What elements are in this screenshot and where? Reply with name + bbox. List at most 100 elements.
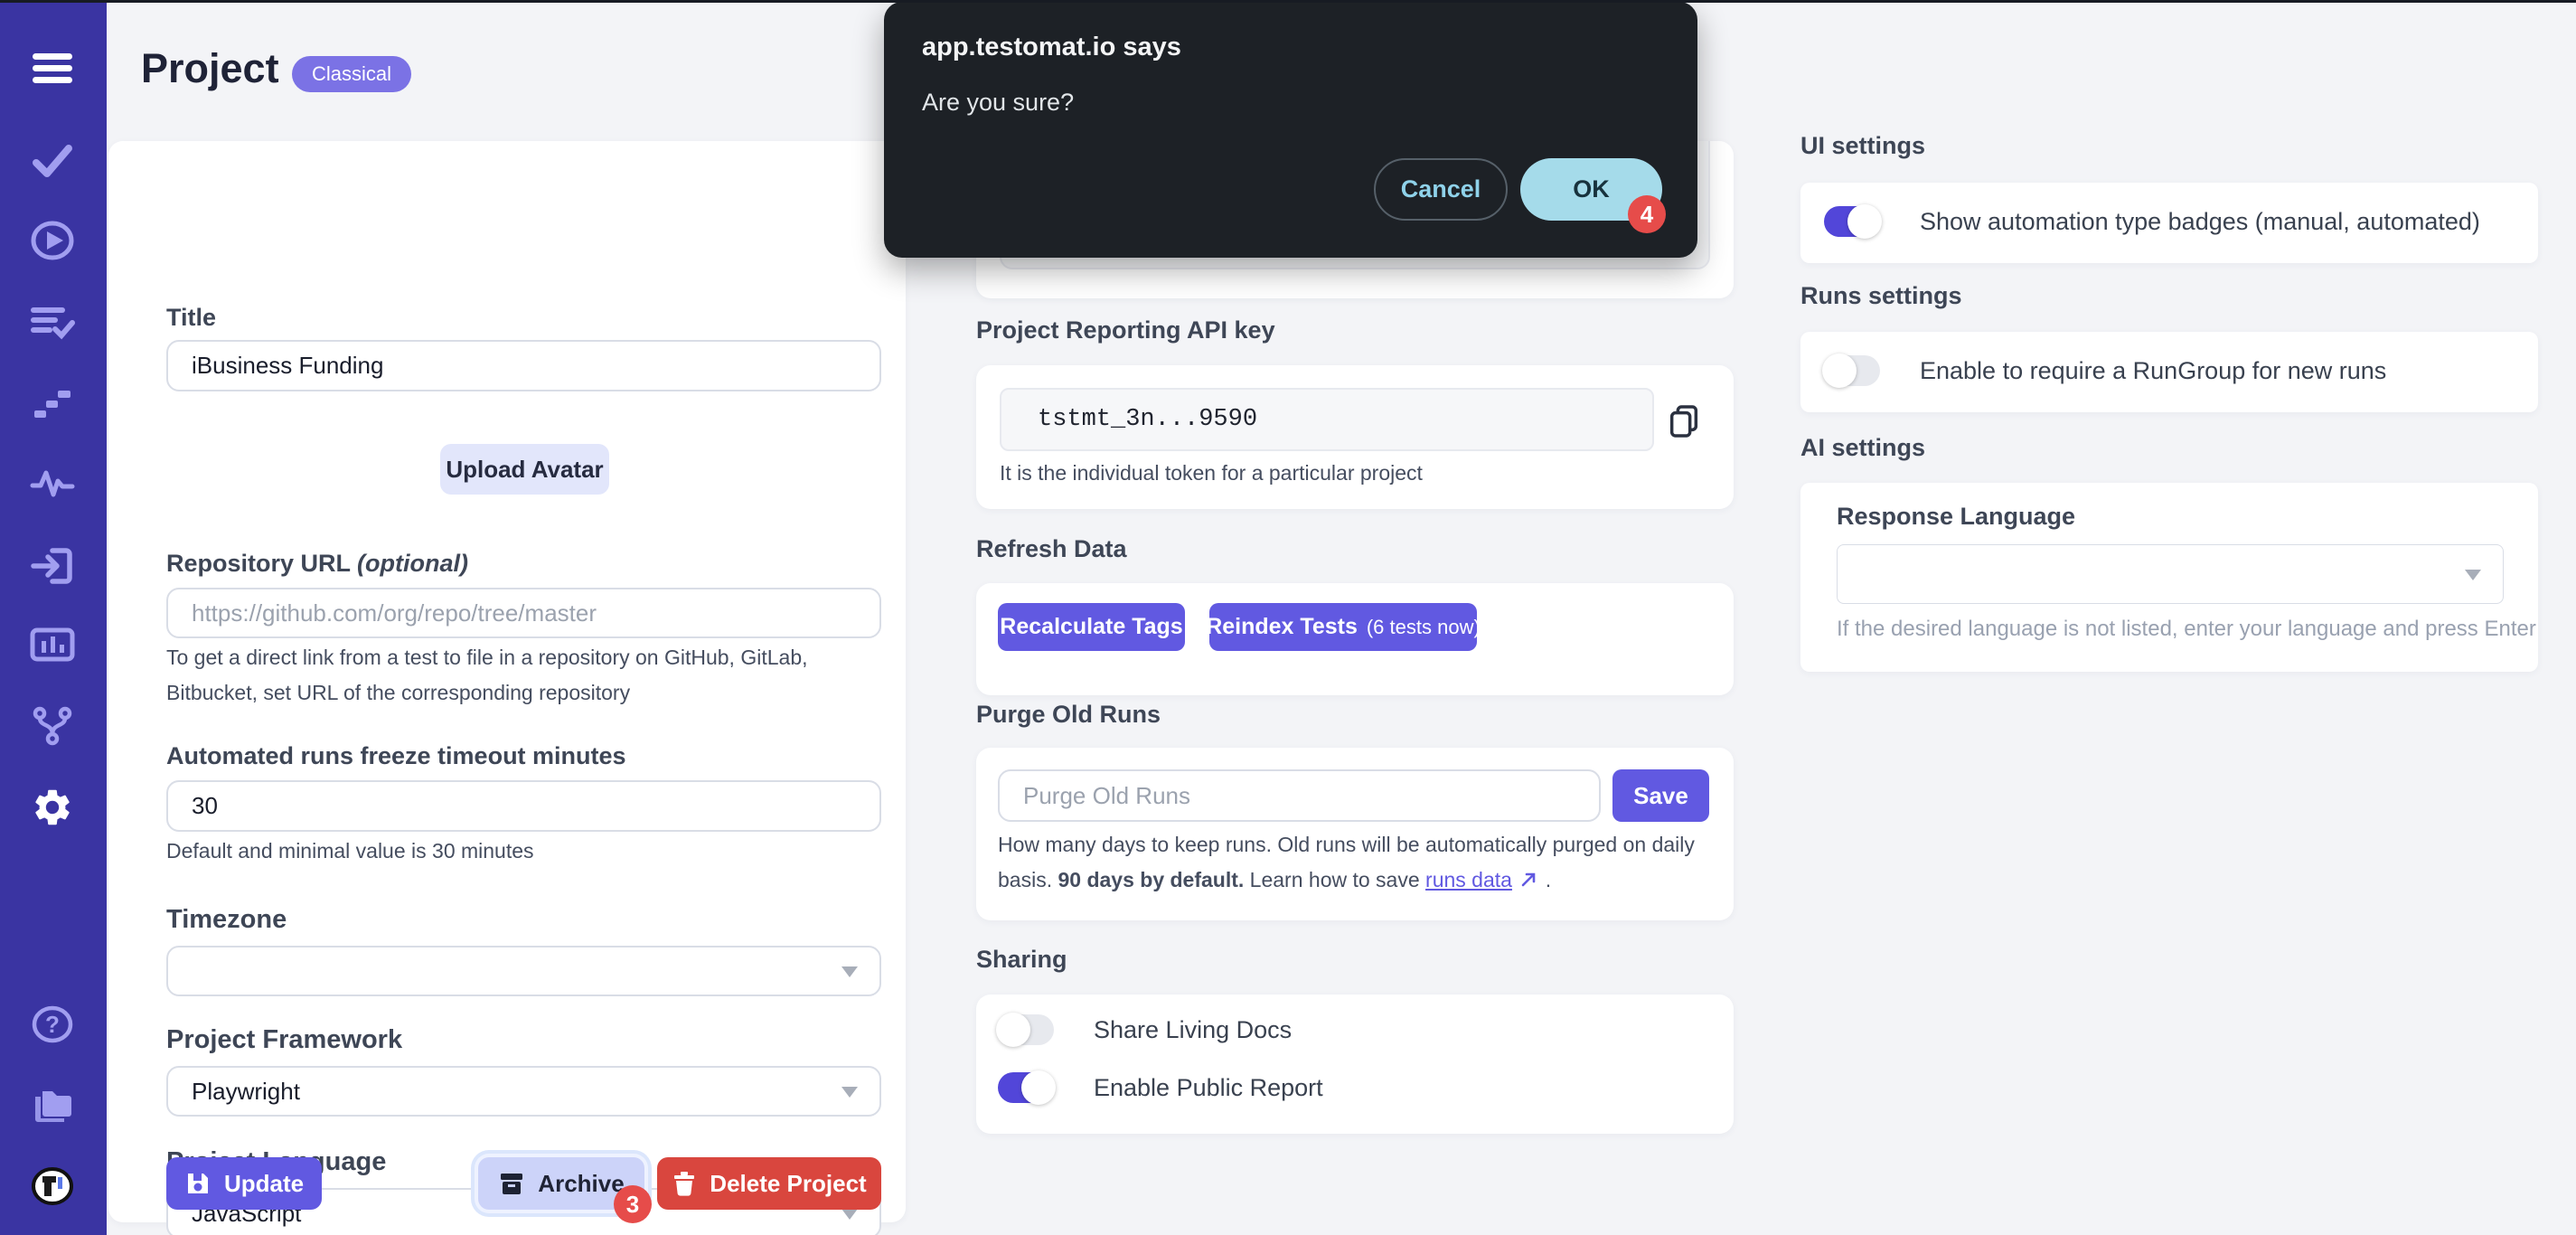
play-circle-icon[interactable]	[27, 219, 78, 262]
ok-notification-badge: 4	[1628, 195, 1666, 233]
archive-button-label: Archive	[538, 1170, 624, 1198]
testomat-logo[interactable]	[27, 1164, 78, 1208]
dialog-message: Are you sure?	[922, 89, 1074, 117]
api-key-label: Project Reporting API key	[976, 316, 1275, 344]
sharing-label: Sharing	[976, 946, 1067, 974]
framework-select[interactable]: Playwright	[166, 1066, 881, 1117]
window-top-border	[0, 0, 2576, 3]
upload-avatar-button[interactable]: Upload Avatar	[440, 444, 609, 495]
ui-toggle-row: Show automation type badges (manual, aut…	[1824, 206, 2480, 237]
ai-settings-label: AI settings	[1800, 434, 1925, 462]
list-check-icon[interactable]	[27, 301, 78, 344]
runs-settings-card: Enable to require a RunGroup for new run…	[1800, 332, 2538, 412]
purge-help-text-2: Learn how to save	[1244, 868, 1425, 891]
save-button[interactable]: Save	[1612, 769, 1709, 822]
enable-public-report-label: Enable Public Report	[1094, 1074, 1323, 1102]
sharing-card: Share Living Docs Enable Public Report	[976, 995, 1734, 1134]
freeze-timeout-input[interactable]	[166, 780, 881, 832]
timezone-select[interactable]	[166, 946, 881, 996]
archive-notification-badge: 3	[614, 1185, 652, 1223]
menu-icon[interactable]	[27, 47, 78, 90]
repository-url-label: Repository URL (optional)	[166, 550, 468, 578]
share-living-docs-row: Share Living Docs	[998, 1014, 1292, 1045]
automation-badges-label: Show automation type badges (manual, aut…	[1920, 208, 2480, 236]
app-window: ? Project Classical Title Upload Avatar …	[0, 0, 2576, 1235]
update-button[interactable]: Update	[166, 1157, 322, 1210]
archive-icon	[498, 1170, 525, 1197]
folders-icon[interactable]	[27, 1083, 78, 1127]
purge-help-bold: 90 days by default.	[1058, 868, 1244, 891]
rungroup-toggle-row: Enable to require a RunGroup for new run…	[1824, 355, 2386, 386]
chevron-down-icon	[2465, 570, 2481, 580]
repository-url-help: To get a direct link from a test to file…	[166, 640, 889, 711]
purge-old-runs-input[interactable]	[998, 769, 1601, 822]
rungroup-toggle[interactable]	[1824, 355, 1880, 386]
bar-chart-icon[interactable]	[27, 623, 78, 666]
sign-in-icon[interactable]	[27, 544, 78, 588]
repository-url-optional: (optional)	[357, 550, 468, 577]
trash-icon	[672, 1170, 697, 1197]
ui-settings-card: Show automation type badges (manual, aut…	[1800, 183, 2538, 263]
reindex-label: Reindex Tests	[1206, 614, 1358, 640]
response-language-select[interactable]	[1837, 544, 2504, 604]
gear-icon[interactable]	[27, 786, 78, 829]
dialog-title: app.testomat.io says	[922, 33, 1181, 62]
toggle-knob	[996, 1013, 1030, 1047]
title-label: Title	[166, 304, 216, 332]
chevron-down-icon	[841, 966, 858, 977]
rungroup-label: Enable to require a RunGroup for new run…	[1920, 357, 2386, 385]
purge-old-runs-label: Purge Old Runs	[976, 701, 1161, 729]
delete-project-button[interactable]: Delete Project	[657, 1157, 881, 1210]
purge-old-runs-card: Save How many days to keep runs. Old run…	[976, 748, 1734, 920]
svg-text:?: ?	[45, 1011, 60, 1038]
ui-settings-label: UI settings	[1800, 132, 1925, 160]
freeze-timeout-help: Default and minimal value is 30 minutes	[166, 834, 889, 869]
reindex-note: (6 tests now)	[1367, 616, 1481, 639]
api-key-field[interactable]: tstmt_3n...9590	[1000, 388, 1654, 451]
dialog-cancel-button[interactable]: Cancel	[1374, 158, 1508, 221]
freeze-timeout-label: Automated runs freeze timeout minutes	[166, 742, 626, 770]
update-button-label: Update	[224, 1170, 304, 1198]
steps-icon[interactable]	[27, 382, 78, 425]
api-key-card: tstmt_3n...9590 It is the individual tok…	[976, 365, 1734, 509]
runs-settings-label: Runs settings	[1800, 282, 1962, 310]
purge-help: How many days to keep runs. Old runs wil…	[998, 827, 1712, 898]
delete-button-label: Delete Project	[710, 1170, 866, 1198]
external-link-icon	[1518, 869, 1539, 891]
sidebar: ?	[0, 0, 107, 1235]
save-icon	[184, 1170, 212, 1197]
recalculate-tags-button[interactable]: Recalculate Tags	[998, 603, 1185, 651]
enable-public-report-row: Enable Public Report	[998, 1072, 1323, 1103]
share-living-docs-toggle[interactable]	[998, 1014, 1054, 1045]
git-branch-icon[interactable]	[27, 704, 78, 748]
activity-icon[interactable]	[27, 462, 78, 505]
refresh-data-card: Recalculate Tags Reindex Tests (6 tests …	[976, 583, 1734, 695]
api-key-help: It is the individual token for a particu…	[1000, 456, 1423, 491]
enable-public-report-toggle[interactable]	[998, 1072, 1054, 1103]
page-title: Project	[141, 45, 279, 92]
chevron-down-icon	[841, 1087, 858, 1098]
automation-badges-toggle[interactable]	[1824, 206, 1880, 237]
runs-data-link[interactable]: runs data	[1425, 868, 1512, 891]
toggle-knob	[1021, 1070, 1056, 1105]
copy-icon[interactable]	[1667, 403, 1701, 444]
toggle-knob	[1847, 204, 1882, 239]
share-living-docs-label: Share Living Docs	[1094, 1016, 1292, 1044]
timezone-label: Timezone	[166, 905, 287, 935]
repository-url-input[interactable]	[166, 588, 881, 638]
framework-value: Playwright	[192, 1078, 300, 1106]
ai-settings-help: If the desired language is not listed, e…	[1837, 617, 2536, 642]
toggle-knob	[1822, 354, 1857, 388]
project-type-badge: Classical	[292, 56, 411, 92]
help-circle-icon[interactable]: ?	[27, 1003, 78, 1046]
purge-help-text-3: .	[1539, 868, 1551, 891]
title-input[interactable]	[166, 340, 881, 391]
chevron-down-icon	[841, 1209, 858, 1220]
check-icon[interactable]	[27, 138, 78, 182]
refresh-data-label: Refresh Data	[976, 535, 1127, 563]
reindex-tests-button[interactable]: Reindex Tests (6 tests now)	[1209, 603, 1477, 651]
response-language-label: Response Language	[1837, 503, 2075, 531]
project-form-card: Title Upload Avatar Repository URL (opti…	[108, 141, 906, 1222]
repository-url-label-text: Repository URL	[166, 550, 351, 577]
framework-label: Project Framework	[166, 1025, 402, 1055]
